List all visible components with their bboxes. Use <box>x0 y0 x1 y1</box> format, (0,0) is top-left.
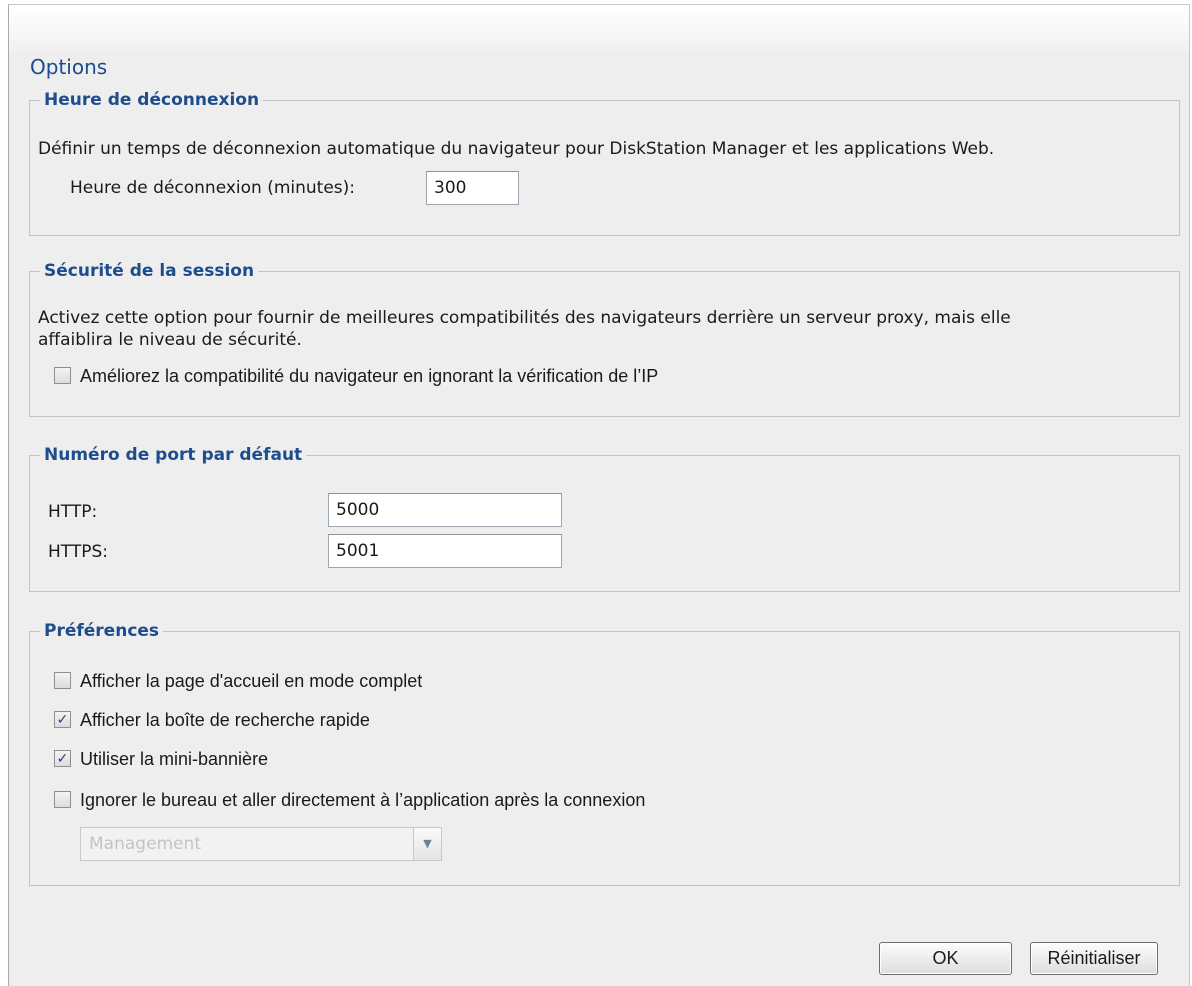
ok-button[interactable]: OK <box>879 942 1012 975</box>
ignore-ip-checkbox[interactable] <box>54 367 71 384</box>
ignore-ip-checkbox-label[interactable]: Améliorez la compatibilité du navigateur… <box>80 366 658 387</box>
logout-fieldset: Heure de déconnexion <box>29 90 1180 236</box>
preferences-legend: Préférences <box>44 621 160 641</box>
session-description-line2: affaiblira le niveau de sécurité. <box>38 330 302 350</box>
https-port-input[interactable]: 5001 <box>328 534 562 568</box>
startup-app-select-value: Management <box>89 834 201 854</box>
skip-desktop-checkbox[interactable] <box>54 791 71 808</box>
window-header <box>9 5 1189 51</box>
logout-description: Définir un temps de déconnexion automati… <box>38 139 995 159</box>
ports-legend: Numéro de port par défaut <box>44 445 303 465</box>
startup-app-select[interactable]: Management ▼ <box>80 827 442 861</box>
options-window: Options Heure de déconnexion Définir un … <box>8 4 1190 986</box>
https-label: HTTPS: <box>48 542 109 562</box>
quick-search-checkbox[interactable]: ✓ <box>54 711 71 728</box>
session-description-line1: Activez cette option pour fournir de mei… <box>38 308 1011 328</box>
http-port-input[interactable]: 5000 <box>328 493 562 527</box>
logout-field-label: Heure de déconnexion (minutes): <box>70 178 356 198</box>
fullscreen-homepage-label[interactable]: Afficher la page d'accueil en mode compl… <box>80 671 422 692</box>
ports-fieldset: Numéro de port par défaut <box>29 445 1180 592</box>
page-title: Options <box>30 55 108 79</box>
checkmark-icon: ✓ <box>56 711 69 728</box>
chevron-down-icon[interactable]: ▼ <box>413 828 441 860</box>
session-legend: Sécurité de la session <box>44 261 255 281</box>
http-label: HTTP: <box>48 502 98 522</box>
fullscreen-homepage-checkbox[interactable] <box>54 672 71 689</box>
reset-button[interactable]: Réinitialiser <box>1030 942 1158 975</box>
logout-minutes-input[interactable]: 300 <box>426 171 519 205</box>
checkmark-icon: ✓ <box>56 750 69 767</box>
skip-desktop-label[interactable]: Ignorer le bureau et aller directement à… <box>80 790 645 811</box>
mini-banner-label[interactable]: Utiliser la mini-bannière <box>80 749 268 770</box>
quick-search-label[interactable]: Afficher la boîte de recherche rapide <box>80 710 370 731</box>
mini-banner-checkbox[interactable]: ✓ <box>54 750 71 767</box>
logout-legend: Heure de déconnexion <box>44 90 260 110</box>
